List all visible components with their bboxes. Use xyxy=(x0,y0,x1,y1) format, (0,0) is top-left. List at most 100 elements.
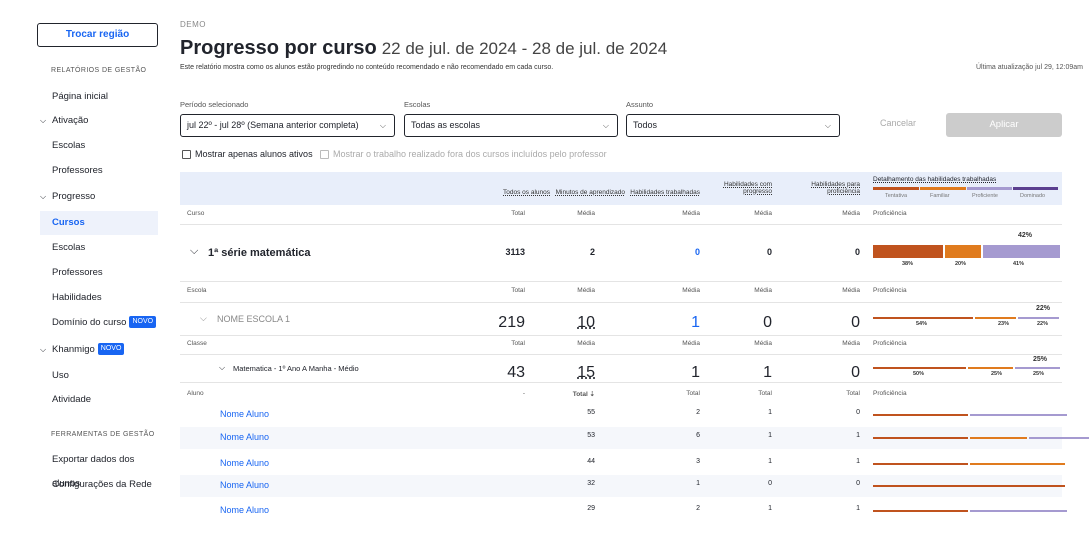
school-total: 219 xyxy=(498,314,525,331)
sidebar-item-usage[interactable]: Uso xyxy=(40,364,158,388)
school-prof: 0 xyxy=(851,314,860,331)
col-label: Classe xyxy=(187,340,207,347)
sidebar-item-khanmigo[interactable]: ⌵ Khanmigo NOVO xyxy=(40,338,158,362)
period-label: Período selecionado xyxy=(180,100,249,109)
school-bar-proficiente xyxy=(1018,317,1059,319)
header-skills-prof[interactable]: Habilidades para proficiência xyxy=(804,181,860,195)
school-pct-1: 54% xyxy=(916,321,928,327)
student-progress: 1 xyxy=(768,458,772,465)
sidebar-item-progress-teachers[interactable]: Professores xyxy=(40,261,158,285)
course-minutes: 2 xyxy=(589,247,595,257)
student-bar-proficiente xyxy=(970,414,1067,416)
student-progress: 1 xyxy=(768,432,772,439)
course-prof: 0 xyxy=(854,247,860,257)
sidebar: Trocar região RELATÓRIOS DE GESTÃO Págin… xyxy=(0,0,168,537)
change-region-button[interactable]: Trocar região xyxy=(37,23,158,47)
class-total: 43 xyxy=(507,364,525,381)
cancel-button[interactable]: Cancelar xyxy=(880,118,916,128)
legend-tentativa: Tentativa xyxy=(885,193,908,199)
apply-button[interactable]: Aplicar xyxy=(946,113,1062,137)
sidebar-item-network-settings[interactable]: Configurações da Rede xyxy=(40,473,158,497)
class-progress: 1 xyxy=(763,364,772,381)
student-bar-proficiente xyxy=(970,510,1067,512)
student-name[interactable]: Nome Aluno xyxy=(220,409,340,419)
class-prof: 0 xyxy=(851,364,860,381)
active-only-checkbox[interactable]: Mostrar apenas alunos ativos xyxy=(182,149,313,160)
student-progress: 1 xyxy=(768,505,772,512)
sidebar-item-progress-schools[interactable]: Escolas xyxy=(40,236,158,260)
student-bar-tentativa xyxy=(873,510,968,512)
student-total: 29 xyxy=(587,505,595,512)
col-label: Curso xyxy=(187,210,205,217)
sidebar-item-home[interactable]: Página inicial xyxy=(40,85,158,109)
class-skills: 1 xyxy=(691,364,700,381)
chevron-down-icon[interactable]: ⌵ xyxy=(190,245,198,258)
checkbox-icon xyxy=(320,150,329,160)
student-total: 55 xyxy=(587,409,595,416)
header-breakdown[interactable]: Detalhamento das habilidades trabalhadas xyxy=(873,176,996,183)
sidebar-item-course-mastery[interactable]: Domínio do curso NOVO xyxy=(40,311,158,335)
student-bar-familiar xyxy=(970,437,1027,439)
header-skills-progress[interactable]: Habilidades com progresso xyxy=(720,181,772,195)
student-bar-proficiente xyxy=(1029,437,1089,439)
col-total: Total xyxy=(511,210,525,217)
student-bar-tentativa xyxy=(873,437,968,439)
schools-select[interactable]: Todas as escolas ⌵ xyxy=(404,114,618,137)
chevron-down-icon[interactable]: ⌵ xyxy=(200,313,207,324)
course-top-pct: 42% xyxy=(1018,232,1033,239)
outside-work-checkbox[interactable]: Mostrar o trabalho realizado fora dos cu… xyxy=(320,149,607,160)
page-title-text: Progresso por curso xyxy=(180,37,377,59)
sidebar-item-progress[interactable]: ⌵ Progresso xyxy=(40,185,158,209)
sidebar-item-label: Domínio do curso xyxy=(52,317,127,328)
page-title: Progresso por curso 22 de jul. de 2024 - … xyxy=(180,37,667,60)
date-range: 22 de jul. de 2024 - 28 de jul. de 2024 xyxy=(381,39,668,58)
table-row[interactable]: Nome Aluno 55 2 1 0 xyxy=(180,404,1067,426)
course-row[interactable]: ⌵ 1ª série matemática 3113 2 0 0 0 42% 3… xyxy=(180,224,1062,282)
sidebar-item-activation[interactable]: ⌵ Ativação xyxy=(40,109,158,133)
sidebar-item-export[interactable]: Exportar dados dos alunos xyxy=(40,448,158,489)
course-total: 3113 xyxy=(505,247,525,257)
header-skills-worked[interactable]: Habilidades trabalhadas xyxy=(610,189,700,196)
course-skills[interactable]: 0 xyxy=(655,247,700,257)
sidebar-item-label: Progresso xyxy=(52,191,96,202)
col-total-sort[interactable]: Total ⇣ xyxy=(550,390,595,398)
sidebar-item-activation-schools[interactable]: Escolas xyxy=(40,134,158,158)
class-row[interactable]: ⌵ Matematica - 1º Ano A Manha - Médio 43… xyxy=(180,354,1062,383)
school-pct-2: 23% xyxy=(998,321,1010,327)
class-bar-familiar xyxy=(968,367,1013,369)
legend-bar-tentativa xyxy=(873,187,919,190)
outside-work-label: Mostrar o trabalho realizado fora dos cu… xyxy=(333,149,607,159)
student-name[interactable]: Nome Aluno xyxy=(220,505,340,515)
table-row[interactable]: Nome Aluno 44 3 1 1 xyxy=(180,453,1065,475)
school-skills[interactable]: 1 xyxy=(655,314,700,332)
sidebar-item-activation-teachers[interactable]: Professores xyxy=(40,159,158,183)
student-bar-familiar xyxy=(970,463,1065,465)
legend-bar-proficiente xyxy=(967,187,1012,190)
chevron-down-icon[interactable]: ⌵ xyxy=(219,363,225,373)
sidebar-item-courses[interactable]: Cursos xyxy=(40,211,158,235)
student-name[interactable]: Nome Aluno xyxy=(220,458,340,468)
table-row[interactable]: Nome Aluno 53 6 1 1 xyxy=(180,427,1089,449)
student-total: 53 xyxy=(587,432,595,439)
sidebar-item-activity[interactable]: Atividade xyxy=(40,388,158,412)
student-skills: 6 xyxy=(696,432,700,439)
student-total: 32 xyxy=(587,480,595,487)
table-row[interactable]: Nome Aluno 29 2 1 1 xyxy=(180,500,1067,522)
school-minutes: 10 xyxy=(577,314,595,331)
student-name[interactable]: Nome Aluno xyxy=(220,432,340,442)
course-pct-1: 38% xyxy=(902,261,914,267)
subject-select[interactable]: Todos ⌵ xyxy=(626,114,840,137)
col-total: Total xyxy=(686,390,700,397)
col-proficiencia: Proficiência xyxy=(873,340,907,347)
col-proficiencia: Proficiência xyxy=(873,390,907,397)
table-row[interactable]: Nome Aluno 32 1 0 0 xyxy=(180,475,1065,497)
sidebar-item-skills[interactable]: Habilidades xyxy=(40,286,158,310)
chevron-down-icon: ⌵ xyxy=(824,121,831,130)
sidebar-item-label: Khanmigo xyxy=(52,344,95,355)
sidebar-item-label: Página inicial xyxy=(52,91,108,102)
school-row[interactable]: ⌵ NOME ESCOLA 1 219 10 1 0 0 22% 54% 23%… xyxy=(180,302,1062,336)
class-pct-2: 25% xyxy=(991,371,1003,377)
period-select[interactable]: jul 22º - jul 28º (Semana anterior compl… xyxy=(180,114,395,137)
student-total: 44 xyxy=(587,458,595,465)
student-name[interactable]: Nome Aluno xyxy=(220,480,340,490)
